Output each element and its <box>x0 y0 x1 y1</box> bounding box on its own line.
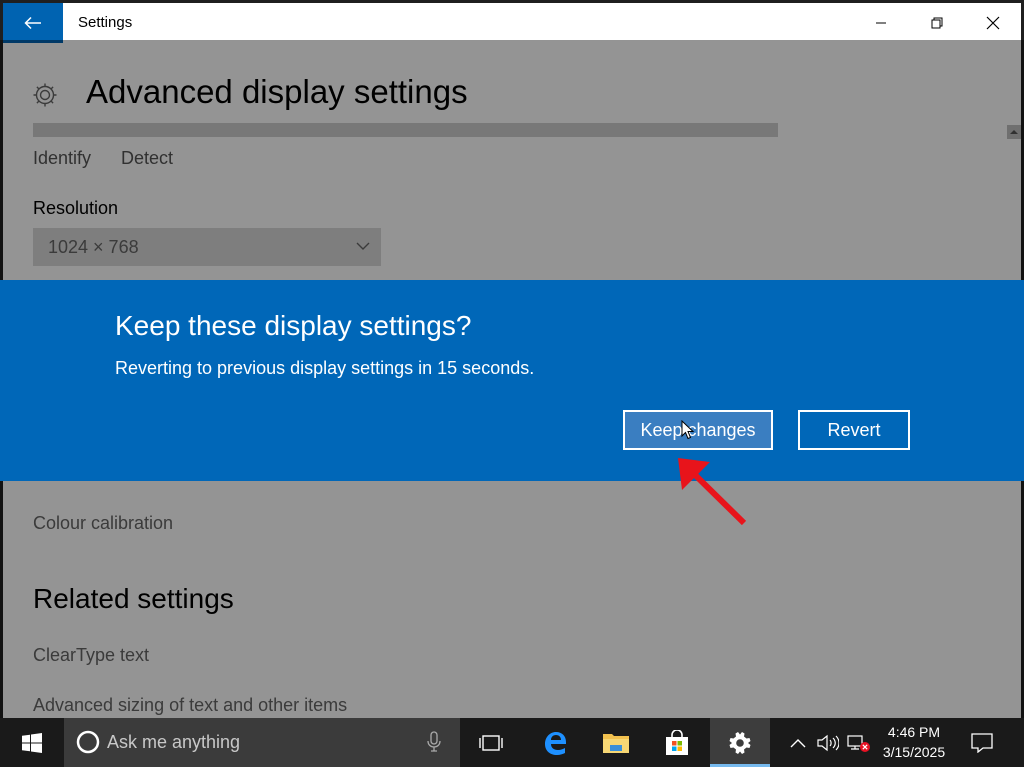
action-center-icon <box>971 732 993 753</box>
gear-icon <box>729 731 751 754</box>
red-annotation-arrow-icon <box>678 458 747 526</box>
edge-browser-icon <box>545 731 566 755</box>
action-center-button[interactable] <box>960 718 1004 767</box>
taskbar: Ask me anything 4:46 PM 3/15/2025 <box>0 718 1024 767</box>
desktop-screen: Settings Advanced display settings Ident… <box>0 0 1024 767</box>
file-explorer-taskbar-button[interactable] <box>588 718 644 767</box>
restore-button[interactable] <box>908 3 966 43</box>
close-button[interactable] <box>964 3 1022 43</box>
network-error-icon <box>847 734 870 752</box>
dialog-title: Keep these display settings? <box>115 310 472 341</box>
task-view-button[interactable] <box>463 718 519 767</box>
taskbar-clock[interactable]: 4:46 PM 3/15/2025 <box>872 722 956 762</box>
revert-button[interactable]: Revert <box>798 410 910 450</box>
cortana-search-box[interactable]: Ask me anything <box>64 718 460 767</box>
dialog-message: Reverting to previous display settings i… <box>115 358 535 378</box>
restore-icon <box>931 17 943 29</box>
microphone-icon[interactable] <box>426 731 442 753</box>
mouse-cursor-icon <box>681 420 695 440</box>
store-taskbar-button[interactable] <box>649 718 705 767</box>
title-bar: Settings <box>3 3 1021 43</box>
keep-settings-dialog: Keep these display settings? Reverting t… <box>0 280 1024 481</box>
task-view-icon <box>479 734 503 751</box>
windows-logo-icon <box>22 732 42 753</box>
back-button[interactable] <box>3 3 63 43</box>
volume-button[interactable] <box>814 718 842 767</box>
speaker-icon <box>817 734 839 751</box>
tray-overflow-button[interactable] <box>786 718 810 767</box>
arrow-left-icon <box>24 16 41 30</box>
settings-taskbar-button[interactable] <box>710 718 770 767</box>
search-placeholder: Ask me anything <box>107 732 241 752</box>
close-icon <box>986 16 1000 30</box>
network-button[interactable] <box>845 718 873 767</box>
clock-date: 3/15/2025 <box>882 744 946 760</box>
keep-changes-button[interactable]: Keep changes <box>623 410 773 450</box>
window-title: Settings <box>78 14 133 31</box>
edge-taskbar-button[interactable] <box>527 718 583 767</box>
clock-time: 4:46 PM <box>887 724 941 740</box>
chevron-up-icon <box>790 738 806 747</box>
minimize-icon <box>876 22 886 24</box>
cortana-circle-icon <box>76 730 100 754</box>
minimize-button[interactable] <box>852 3 910 43</box>
store-icon <box>666 729 688 755</box>
file-explorer-icon <box>603 733 629 753</box>
start-button[interactable] <box>0 718 64 767</box>
